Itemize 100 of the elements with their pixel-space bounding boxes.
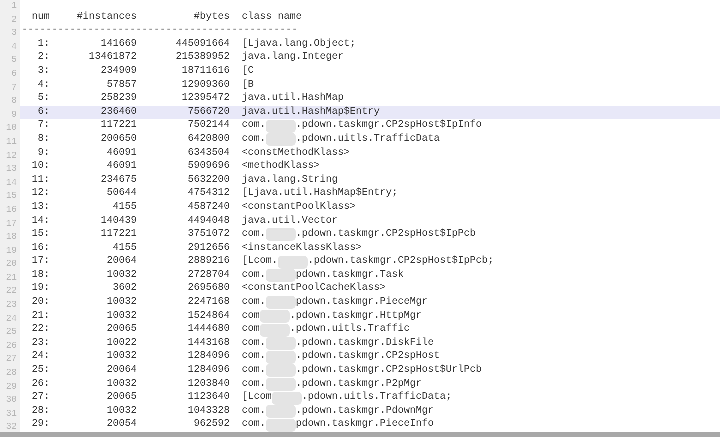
table-row[interactable]: 25: 20064 1284096 com. .pdown.taskmgr.CP2spHost$UrlPcb — [20, 364, 720, 378]
table-cell: com. — [242, 364, 266, 378]
table-cell-text: 20065 — [106, 391, 137, 405]
table-cell: pdown.taskmgr.Task — [296, 268, 404, 282]
table-cell-text: 25: — [30, 364, 50, 378]
blur-patch — [260, 324, 290, 337]
column-header: class name — [242, 10, 302, 24]
table-cell: com. — [242, 350, 266, 364]
table-cell-text: 3751072 — [186, 228, 230, 242]
line-number: 15 — [6, 190, 17, 204]
line-number: 23 — [6, 299, 17, 312]
table-cell-text: 7502144 — [186, 119, 230, 133]
line-number: 24 — [6, 312, 17, 326]
table-row[interactable]: 4: 57857 12909360 [B — [20, 78, 720, 92]
table-cell-text: 20064 — [106, 364, 137, 378]
table-cell-text: 4155 — [112, 242, 137, 256]
table-cell-text: 21: — [30, 310, 50, 324]
table-cell-text: 2912656 — [186, 242, 230, 256]
table-cell-text: 4754312 — [186, 187, 230, 201]
table-row[interactable]: 7: 117221 7502144 com. .pdown.taskmgr.CP2spHost$IpInfo — [20, 119, 720, 133]
table-cell: com. — [242, 404, 266, 418]
table-cell-text: 10032 — [106, 268, 137, 282]
line-number: 22 — [6, 285, 17, 298]
table-row[interactable]: 18: 10032 2728704 com. pdown.taskmgr.Task — [20, 268, 720, 282]
line-number: 18 — [6, 231, 17, 244]
table-cell: java.util.HashMap$Entry — [242, 106, 380, 120]
blur-patch — [266, 337, 296, 350]
table-row[interactable]: 12: 50644 4754312 [Ljava.util.HashMap$Entry; — [20, 187, 720, 201]
table-row[interactable]: 28: 10032 1043328 com. .pdown.taskmgr.PdownMgr — [20, 404, 720, 418]
blur-patch — [266, 120, 296, 133]
table-cell: com — [242, 323, 260, 337]
table-cell-text: 22: — [30, 323, 50, 337]
table-cell-text: 4: — [36, 78, 50, 92]
table-row[interactable]: 15: 117221 3751072 com. .pdown.taskmgr.CP2spHost$IpPcb — [20, 228, 720, 242]
line-number: 30 — [6, 394, 17, 408]
table-cell-text: 19: — [30, 282, 50, 296]
table-cell: java.util.HashMap — [242, 92, 344, 106]
table-cell-text: 4587240 — [186, 200, 230, 214]
line-number: 16 — [6, 204, 17, 217]
line-number: 5 — [12, 54, 17, 68]
table-cell-text: 6343504 — [186, 146, 230, 160]
table-cell-text: 10032 — [106, 296, 137, 310]
line-number: 6 — [12, 68, 17, 81]
table-cell-text: 1284096 — [186, 350, 230, 364]
blur-patch — [266, 296, 296, 310]
table-row[interactable]: 27: 20065 1123640 [Lcom .pdown.uitls.TrafficData; — [20, 391, 720, 405]
line-number: 17 — [6, 218, 17, 230]
table-row[interactable]: 20: 10032 2247168 com. pdown.taskmgr.PieceMgr — [20, 296, 720, 310]
table-cell-text: 18: — [30, 268, 50, 282]
table-cell-text: 10032 — [106, 378, 137, 392]
table-row[interactable]: 24: 10032 1284096 com. .pdown.taskmgr.CP2spHost — [20, 350, 720, 364]
table-cell: .pdown.taskmgr.CP2spHost$IpPcb; — [308, 255, 494, 269]
table-cell-text: 1524864 — [186, 310, 230, 324]
line-number: 25 — [6, 326, 17, 340]
blur-patch — [260, 310, 290, 323]
table-row[interactable]: 21: 10032 1524864 com .pdown.taskmgr.HttpMgr — [20, 310, 720, 324]
line-number: 2 — [12, 14, 17, 27]
table-row[interactable]: 1: 141669 445091664 [Ljava.lang.Object; — [20, 38, 720, 52]
table-cell-text: 140439 — [100, 214, 137, 228]
table-cell-text: 15: — [30, 228, 50, 242]
line-number: 12 — [6, 150, 17, 163]
table-cell-text: 258239 — [100, 92, 137, 106]
line-number: 14 — [6, 176, 17, 190]
table-cell: com. — [242, 268, 266, 282]
line-number: 1 — [12, 0, 17, 13]
table-cell: .pdown.taskmgr.DiskFile — [296, 336, 434, 350]
table-row[interactable]: 2: 13461872 215389952 java.lang.Integer — [20, 51, 720, 65]
table-row[interactable]: 16: 4155 2912656 <instanceKlassKlass> — [20, 242, 720, 256]
table-cell-text: 46091 — [106, 160, 137, 174]
table-row[interactable]: 9: 46091 6343504 <constMethodKlass> — [20, 146, 720, 160]
table-cell: .pdown.taskmgr.CP2spHost — [296, 350, 440, 364]
table-cell: .pdown.taskmgr.CP2spHost$UrlPcb — [296, 364, 482, 378]
table-row[interactable]: 26: 10032 1203840 com. .pdown.taskmgr.P2pMgr — [20, 378, 720, 392]
table-row[interactable]: 3: 234909 18711616 [C — [20, 64, 720, 79]
table-row[interactable]: 6: 236460 7566720 java.util.HashMap$Entry — [20, 106, 720, 120]
table-row[interactable]: 17: 20064 2889216 [Lcom. .pdown.taskmgr.CP2spHost$IpPcb; — [20, 255, 720, 269]
table-cell-text: 46091 — [106, 146, 137, 160]
table-cell-text: 7566720 — [186, 106, 230, 120]
table-cell-text: 234909 — [100, 64, 137, 79]
table-row[interactable]: 14: 140439 4494048 java.util.Vector — [20, 214, 720, 228]
table-cell-text: 12: — [30, 187, 50, 201]
blur-patch — [266, 350, 296, 364]
table-row[interactable]: 22: 20065 1444680 com .pdown.uitls.Traffic — [20, 323, 720, 337]
table-row[interactable]: 19: 3602 2695680 <constantPoolCacheKlass> — [20, 282, 720, 296]
table-row[interactable]: 8: 200650 6420800 com. .pdown.uitls.TrafficData — [20, 132, 720, 147]
table-cell-text: 3602 — [112, 282, 137, 296]
table-row[interactable]: 23: 10022 1443168 com. .pdown.taskmgr.DiskFile — [20, 336, 720, 350]
table-cell-text: 23: — [30, 336, 50, 350]
table-row[interactable]: 29: 20054 962592 com. pdown.taskmgr.PieceInfo — [20, 418, 720, 432]
table-row[interactable]: 5: 258239 12395472 java.util.HashMap — [20, 92, 720, 106]
table-cell-text: 12909360 — [180, 78, 230, 92]
table-row[interactable]: 11: 234675 5632200 java.lang.String — [20, 174, 720, 188]
line-number: 26 — [6, 340, 17, 353]
table-row[interactable]: 10: 46091 5909696 <methodKlass> — [20, 160, 720, 174]
line-number: 8 — [12, 95, 17, 108]
table-cell-text: 18711616 — [180, 64, 230, 79]
table-cell-text: 57857 — [106, 78, 137, 92]
table-row[interactable]: 13: 4155 4587240 <constantPoolKlass> — [20, 200, 720, 214]
table-cell-text: 2889216 — [186, 255, 230, 269]
table-cell-text: 2247168 — [186, 296, 230, 310]
